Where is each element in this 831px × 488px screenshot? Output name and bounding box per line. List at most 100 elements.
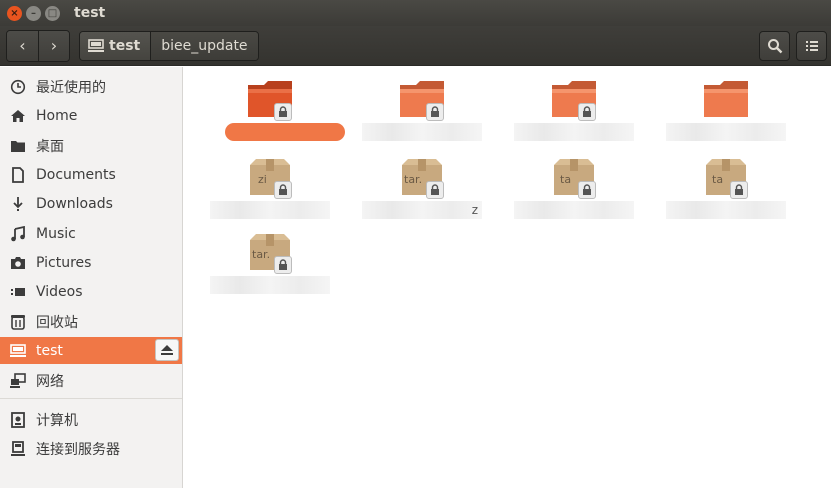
archive-type-label: ta [712,173,724,186]
lock-badge [274,103,292,121]
archive-item[interactable]: tar. z [352,145,492,225]
document-icon [12,166,24,183]
sidebar-item-label: test [36,342,63,359]
eject-icon [161,345,173,355]
sidebar-item-label: Documents [36,166,116,183]
home-icon [11,109,25,122]
sidebar-item-trash[interactable]: 回收站 [0,308,182,335]
folder-icon [704,81,748,117]
download-icon [13,196,23,211]
back-button[interactable]: ‹ [7,30,38,61]
sidebar-item-desktop[interactable]: 桌面 [0,132,182,159]
sidebar-item-pictures[interactable]: Pictures [0,249,182,276]
server-icon [11,440,25,456]
sidebar-item-label: Home [36,107,78,124]
archive-item[interactable]: ta [504,145,644,225]
archive-type-label: tar. [252,248,271,261]
folder-item[interactable] [504,67,644,147]
lock-badge [426,103,444,121]
lock-badge [578,103,596,121]
path-crumb-test[interactable]: test [80,31,151,60]
path-crumb-label: test [109,37,141,54]
back-icon: ‹ [19,36,26,55]
lock-icon [279,259,287,270]
sidebar-item-recent[interactable]: 最近使用的 [0,73,182,100]
window-title: test [74,5,106,21]
file-name [666,201,786,219]
file-name [210,201,330,219]
forward-icon: › [50,36,58,55]
sidebar-item-label: Videos [36,283,83,300]
file-grid: zi tar. z ta ta tar. [184,67,831,488]
search-button[interactable] [759,31,790,61]
sidebar-item-label: 最近使用的 [36,79,106,96]
file-name [210,276,330,294]
drive-icon [88,38,104,52]
lock-icon [279,184,287,195]
archive-item[interactable]: zi [200,145,340,225]
trash-icon [11,314,25,330]
folder-item[interactable] [656,67,796,147]
file-name: z [362,201,482,219]
sidebar-item-label: 回收站 [36,314,78,331]
sidebar-item-home[interactable]: Home [0,102,182,129]
lock-badge [274,181,292,199]
title-bar: × – □ test [0,0,831,26]
lock-icon [583,184,591,195]
archive-item[interactable]: tar. [200,220,340,300]
close-window-button[interactable]: × [7,5,22,21]
file-name [514,201,634,219]
forward-button[interactable]: › [38,30,69,61]
lock-icon [431,184,439,195]
archive-item[interactable]: ta [656,145,796,225]
toolbar: ‹ › test biee_update [0,26,831,66]
sidebar-item-label: Downloads [36,195,113,212]
file-name [514,123,634,141]
file-name [362,123,482,141]
eject-button[interactable] [155,339,179,361]
lock-badge [578,181,596,199]
search-icon [767,39,782,54]
sidebar-item-music[interactable]: Music [0,220,182,247]
lock-badge [426,181,444,199]
sidebar-item-documents[interactable]: Documents [0,161,182,188]
archive-type-label: zi [258,173,267,186]
list-menu-icon [805,41,818,51]
archive-type-label: tar. [404,173,423,186]
lock-badge [730,181,748,199]
music-icon [11,225,25,241]
sidebar-item-computer[interactable]: 计算机 [0,406,182,433]
desktop-folder-icon [11,140,25,152]
video-icon [11,287,25,296]
path-crumb-biee-update[interactable]: biee_update [150,31,258,60]
sidebar-separator [0,398,182,399]
lock-icon [431,106,439,117]
lock-icon [279,106,287,117]
archive-type-label: ta [560,173,572,186]
maximize-window-button[interactable]: □ [45,5,60,21]
minimize-window-button[interactable]: – [26,5,41,21]
sidebar-item-downloads[interactable]: Downloads [0,190,182,217]
clock-icon [10,79,26,94]
sidebar-item-label: Pictures [36,254,92,271]
file-name [666,123,786,141]
sidebar-item-connect-server[interactable]: 连接到服务器 [0,435,182,462]
camera-icon [11,256,25,269]
file-name [225,123,345,141]
menu-button[interactable] [796,31,827,61]
sidebar-item-videos[interactable]: Videos [0,278,182,305]
computer-icon [11,411,25,428]
drive-icon [10,343,26,357]
sidebar-item-label: Music [36,225,76,242]
sidebar-item-network[interactable]: 网络 [0,367,182,394]
sidebar-item-test[interactable]: test [0,337,182,364]
sidebar-item-label: 连接到服务器 [36,441,120,458]
network-icon [10,372,26,388]
path-crumb-label: biee_update [161,37,248,54]
nav-buttons: ‹ › [6,29,70,62]
sidebar: 最近使用的 Home 桌面 Documents Downloads Music … [0,67,183,488]
folder-item[interactable] [200,67,345,147]
folder-item[interactable] [352,67,492,147]
lock-icon [583,106,591,117]
sidebar-item-label: 桌面 [36,138,64,155]
